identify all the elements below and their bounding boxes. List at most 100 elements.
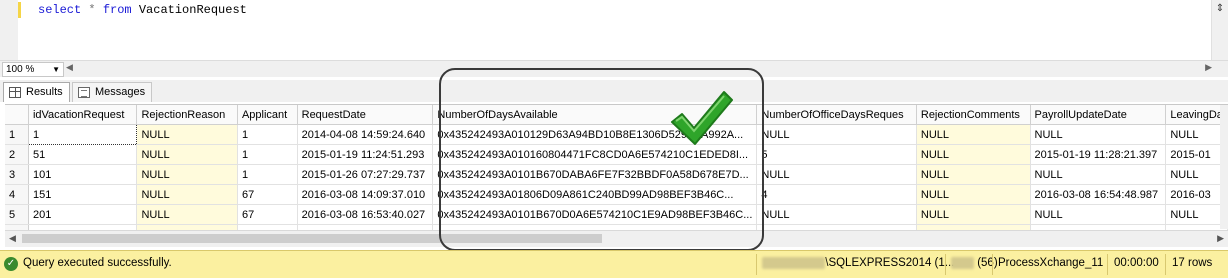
editor-vertical-scrollbar[interactable]: ⇕ [1211, 0, 1228, 60]
table-row[interactable]: 3 101 NULL 1 2015-01-26 07:27:29.737 0x435242… [5, 164, 1228, 185]
column-header[interactable]: NumberOfOfficeDaysReques [756, 105, 917, 125]
scroll-thumb[interactable] [22, 234, 602, 243]
query-token: * [81, 3, 103, 17]
table-row[interactable]: 5 201 NULL 67 2016-03-08 16:53:40.027 0x43524… [5, 204, 1228, 225]
row-number-header[interactable] [5, 105, 29, 125]
table-cell[interactable]: NULL [1030, 164, 1167, 185]
zoom-value: 100 % [6, 64, 35, 75]
table-cell[interactable]: 0x435242493A0101B670D0A6E574210C1E9AD98B… [432, 204, 758, 225]
table-cell[interactable]: 4 [756, 184, 917, 205]
chevron-down-icon: ▼ [52, 65, 60, 74]
table-cell[interactable]: NULL [1030, 124, 1167, 145]
table-cell[interactable]: NULL [916, 144, 1031, 165]
redacted-server: xxxxxxxxxxx [762, 257, 826, 269]
grid-horizontal-scrollbar[interactable]: ◀ ▶ [5, 230, 1228, 247]
table-cell[interactable]: 2014-04-08 14:59:24.640 [297, 124, 434, 145]
changed-line-marker [18, 2, 21, 18]
divider [756, 254, 757, 275]
table-cell[interactable]: 2015-01 [1165, 144, 1228, 165]
table-cell[interactable]: 5 [756, 144, 917, 165]
row-number[interactable]: 3 [5, 164, 29, 185]
table-cell[interactable]: 2015-01-19 11:28:21.397 [1030, 144, 1167, 165]
table-cell[interactable]: NULL [1030, 204, 1167, 225]
table-cell[interactable]: NULL [136, 144, 238, 165]
table-cell[interactable]: NULL [136, 184, 238, 205]
scroll-right-icon[interactable]: ▶ [1205, 62, 1212, 73]
row-count: 17 rows [1172, 257, 1213, 269]
table-cell[interactable]: NULL [136, 164, 238, 185]
table-cell[interactable]: NULL [916, 164, 1031, 185]
column-header[interactable]: PayrollUpdateDate [1030, 105, 1167, 125]
table-cell[interactable]: 2016-03 [1165, 184, 1228, 205]
table-cell[interactable]: NULL [1165, 164, 1228, 185]
row-number[interactable]: 5 [5, 204, 29, 225]
table-row[interactable]: 2 51 NULL 1 2015-01-19 11:24:51.293 0x4352424… [5, 144, 1228, 165]
scroll-left-icon[interactable]: ◀ [9, 233, 16, 244]
column-header[interactable]: LeavingDa [1165, 105, 1228, 125]
row-number[interactable]: 4 [5, 184, 29, 205]
query-text[interactable]: select * from VacationRequest [38, 3, 247, 17]
editor-horizontal-scrollbar[interactable]: ◀ ▶ [66, 62, 1212, 73]
scroll-left-icon[interactable]: ◀ [66, 62, 73, 73]
tab-messages-label: Messages [95, 86, 146, 98]
table-cell[interactable]: 0x435242493A0101B670DABA6FE7F32BBDF0A58D… [432, 164, 758, 185]
table-cell[interactable]: 1 [27, 124, 138, 145]
column-header[interactable]: RequestDate [297, 105, 434, 125]
messages-icon [78, 87, 90, 98]
row-number[interactable]: 2 [5, 144, 29, 165]
checkmark-icon [671, 91, 733, 145]
table-cell[interactable]: 201 [28, 204, 138, 225]
table-cell[interactable]: 2015-01-26 07:27:29.737 [297, 164, 434, 185]
table-cell[interactable]: NULL [916, 124, 1031, 145]
table-cell[interactable]: NULL [756, 124, 917, 145]
tab-results[interactable]: Results [3, 82, 70, 102]
column-header[interactable]: Applicant [237, 105, 298, 125]
table-cell[interactable]: NULL [756, 164, 917, 185]
query-editor[interactable]: select * from VacationRequest ⇕ [0, 0, 1228, 60]
grid-vertical-scrollbar[interactable] [1220, 105, 1228, 229]
session-id: (56) [977, 257, 998, 269]
status-bar: ✓ Query executed successfully. xxxxxxxxx… [0, 250, 1228, 278]
elapsed-time: 00:00:00 [1114, 257, 1159, 269]
divider [1107, 254, 1108, 275]
column-header[interactable]: RejectionReason [136, 105, 238, 125]
session-info: xxxx (56) [951, 257, 998, 272]
column-header[interactable]: RejectionComments [916, 105, 1031, 125]
split-icon[interactable]: ⇕ [1214, 2, 1226, 16]
table-cell[interactable]: NULL [136, 204, 238, 225]
zoom-select[interactable]: 100 % ▼ [2, 62, 64, 77]
table-cell[interactable]: 51 [28, 144, 138, 165]
result-tabs: Results Messages [0, 80, 1228, 102]
table-cell[interactable]: 2015-01-19 11:24:51.293 [297, 144, 434, 165]
table-cell[interactable]: 1 [237, 124, 298, 145]
table-cell[interactable]: NULL [136, 124, 238, 145]
status-message: Query executed successfully. [23, 257, 172, 269]
table-cell[interactable]: 2016-03-08 16:54:48.987 [1030, 184, 1167, 205]
database-name: ProcessXchange_11 [998, 257, 1104, 269]
row-number[interactable]: 1 [5, 124, 29, 145]
server-instance: \SQLEXPRESS2014 (1... [825, 257, 955, 269]
table-cell[interactable]: 151 [28, 184, 138, 205]
table-cell[interactable]: 101 [28, 164, 138, 185]
table-row[interactable]: 1 1 NULL 1 2014-04-08 14:59:24.640 0x43524249… [5, 124, 1228, 145]
table-cell[interactable]: NULL [1165, 124, 1228, 145]
scroll-right-icon[interactable]: ▶ [1217, 233, 1224, 244]
table-cell[interactable]: 2016-03-08 16:53:40.027 [297, 204, 434, 225]
table-row[interactable]: 4 151 NULL 67 2016-03-08 14:09:37.010 0x43524… [5, 184, 1228, 205]
table-cell[interactable]: 0x435242493A01806D09A861C240BD99AD98BEF3… [432, 184, 758, 205]
table-cell[interactable]: NULL [1165, 204, 1228, 225]
redacted-user: xxxx [951, 257, 974, 269]
server-name: xxxxxxxxxxx\SQLEXPRESS2014 (1... [762, 257, 954, 272]
table-cell[interactable]: NULL [916, 184, 1031, 205]
table-cell[interactable]: NULL [756, 204, 917, 225]
results-grid[interactable]: idVacationRequest RejectionReason Applican… [5, 104, 1228, 231]
table-cell[interactable]: NULL [916, 204, 1031, 225]
tab-messages[interactable]: Messages [72, 82, 153, 102]
table-cell[interactable]: 67 [237, 204, 298, 225]
table-cell[interactable]: 1 [237, 164, 298, 185]
table-cell[interactable]: 1 [237, 144, 298, 165]
table-cell[interactable]: 67 [237, 184, 298, 205]
table-cell[interactable]: 2016-03-08 14:09:37.010 [297, 184, 434, 205]
column-header[interactable]: idVacationRequest [28, 105, 138, 125]
results-table: idVacationRequest RejectionReason Applican… [5, 105, 1228, 231]
